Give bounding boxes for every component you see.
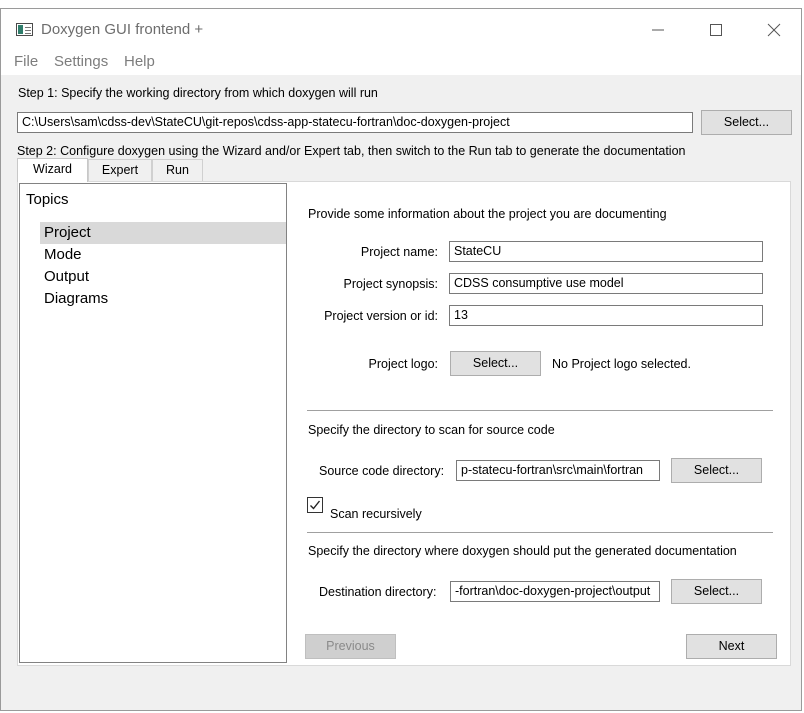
project-logo-status: No Project logo selected. (552, 357, 691, 371)
project-version-label: Project version or id: (324, 309, 438, 323)
title-bar[interactable]: Doxygen GUI frontend + (1, 9, 801, 49)
destination-directory-select-button[interactable]: Select... (671, 579, 762, 604)
minimize-button[interactable] (635, 15, 681, 45)
menu-bar: File Settings Help (1, 49, 801, 75)
previous-button[interactable]: Previous (305, 634, 396, 659)
destination-directory-label: Destination directory: (319, 585, 437, 599)
source-directory-select-button[interactable]: Select... (671, 458, 762, 483)
menu-help[interactable]: Help (124, 53, 155, 70)
source-intro: Specify the directory to scan for source… (308, 423, 555, 437)
scan-recursively-label[interactable]: Scan recursively (330, 507, 422, 521)
menu-settings[interactable]: Settings (54, 53, 108, 70)
next-button[interactable]: Next (686, 634, 777, 659)
tab-run[interactable]: Run (152, 159, 203, 181)
minimize-icon (652, 29, 664, 31)
working-directory-select-button[interactable]: Select... (701, 110, 792, 135)
step2-label: Step 2: Configure doxygen using the Wiza… (17, 144, 686, 158)
project-version-input[interactable]: 13 (449, 305, 763, 326)
window-title: Doxygen GUI frontend + (41, 21, 204, 38)
menu-file[interactable]: File (14, 53, 38, 70)
topic-project[interactable]: Project (40, 222, 286, 244)
app-icon (16, 23, 33, 36)
source-directory-input[interactable]: p-statecu-fortran\src\main\fortran (456, 460, 660, 481)
topic-mode[interactable]: Mode (40, 244, 286, 266)
step1-label: Step 1: Specify the working directory fr… (18, 86, 378, 100)
destination-directory-input[interactable]: -fortran\doc-doxygen-project\output (450, 581, 660, 602)
project-synopsis-label: Project synopsis: (343, 277, 438, 291)
project-logo-select-button[interactable]: Select... (450, 351, 541, 376)
topic-diagrams[interactable]: Diagrams (40, 288, 286, 310)
topics-heading: Topics (26, 191, 69, 208)
topic-output[interactable]: Output (40, 266, 286, 288)
working-directory-input[interactable]: C:\Users\sam\cdss-dev\StateCU\git-repos\… (17, 112, 693, 133)
project-name-input[interactable]: StateCU (449, 241, 763, 262)
checkmark-icon (310, 500, 321, 510)
close-icon (767, 23, 781, 37)
source-directory-label: Source code directory: (319, 464, 445, 478)
scan-recursively-checkbox[interactable] (307, 497, 323, 513)
divider (307, 410, 773, 411)
tab-wizard[interactable]: Wizard (17, 158, 88, 182)
maximize-button[interactable] (693, 15, 739, 45)
divider (307, 532, 773, 533)
project-intro: Provide some information about the proje… (308, 207, 667, 221)
project-synopsis-input[interactable]: CDSS consumptive use model (449, 273, 763, 294)
close-button[interactable] (751, 15, 797, 45)
project-logo-label: Project logo: (368, 357, 438, 371)
project-name-label: Project name: (360, 245, 438, 259)
topics-list: Topics Project Mode Output Diagrams (19, 183, 287, 663)
destination-intro: Specify the directory where doxygen shou… (308, 544, 737, 558)
tab-expert[interactable]: Expert (88, 159, 152, 181)
maximize-icon (710, 24, 722, 36)
